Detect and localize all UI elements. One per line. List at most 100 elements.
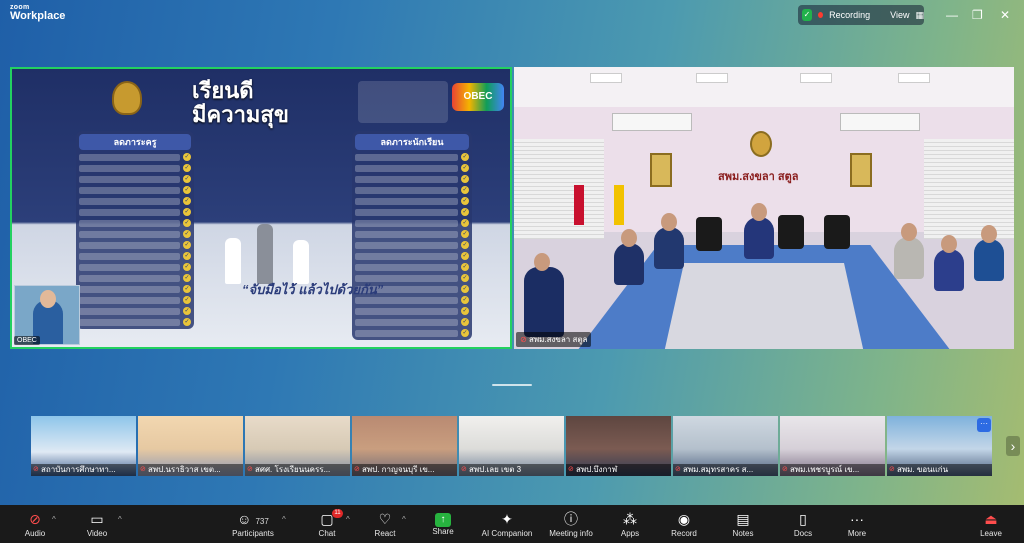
slide-title-line2: มีความสุข — [192, 102, 289, 128]
mic-muted-icon: ⊘ — [782, 466, 788, 473]
restore-icon[interactable]: ❐ — [972, 8, 983, 22]
share-screen-icon: ↑ — [435, 512, 451, 527]
list-item: ✓ — [79, 175, 191, 183]
check-icon: ✓ — [183, 208, 191, 216]
notes-button[interactable]: ▤ Notes — [728, 505, 758, 543]
apps-icon: ⁂ — [623, 510, 637, 527]
grid-icon[interactable]: ▦ — [915, 10, 924, 21]
list-item: ✓ — [355, 175, 469, 183]
room-sign: สพม.สงขลา สตูล — [718, 171, 799, 183]
check-icon: ✓ — [461, 263, 469, 271]
minimize-icon[interactable]: — — [946, 8, 958, 22]
participant-video-tile[interactable]: สพม.สงขลา สตูล ⊘ สพม.สงขลา สตูล — [514, 67, 1014, 349]
room-tile-label: สพม.สงขลา สตูล — [528, 335, 588, 344]
apps-button[interactable]: ⁂ Apps — [616, 505, 644, 543]
check-icon: ✓ — [183, 230, 191, 238]
react-button[interactable]: ♡ React — [370, 505, 400, 543]
thumbnail-name: สพป.บึงกาฬ — [566, 464, 671, 476]
mic-muted-icon: ⊘ — [29, 510, 41, 527]
participant-thumbnail[interactable]: ⊘ สพป.บึงกาฬ — [566, 416, 671, 476]
view-button[interactable]: View — [890, 10, 909, 20]
list-item: ✓ — [355, 186, 469, 194]
list-item: ✓ — [79, 186, 191, 194]
meeting-info-button[interactable]: ⓘ Meeting info — [544, 505, 598, 543]
list-item: ✓ — [355, 252, 469, 260]
participants-button[interactable]: ☺ 737 Participants — [228, 505, 278, 543]
participant-thumbnail[interactable]: ⊘ สพป. กาญจนบุรี เข... — [352, 416, 457, 476]
check-icon: ✓ — [183, 197, 191, 205]
ai-sparkle-icon: ✦ — [501, 510, 513, 527]
slide-title: เรียนดี มีความสุข — [192, 78, 289, 128]
chevron-right-icon[interactable]: › — [1006, 436, 1020, 456]
check-icon: ✓ — [183, 285, 191, 293]
left-panel-title: ลดภาระครู — [79, 134, 191, 150]
logo-line2: Workplace — [10, 10, 66, 22]
check-icon: ✓ — [183, 252, 191, 260]
ai-companion-button[interactable]: ✦ AI Companion — [476, 505, 538, 543]
check-icon: ✓ — [183, 164, 191, 172]
record-button[interactable]: ◉ Record — [668, 505, 700, 543]
participants-count: 737 — [255, 516, 269, 526]
list-item: ✓ — [355, 318, 469, 326]
ellipsis-icon[interactable]: ··· — [977, 418, 991, 432]
mic-muted-icon: ⊘ — [675, 466, 681, 473]
check-icon: ✓ — [183, 263, 191, 271]
check-icon: ✓ — [183, 186, 191, 194]
check-icon: ✓ — [183, 219, 191, 227]
more-button[interactable]: ··· More — [842, 505, 872, 543]
audio-button[interactable]: ⊘ Audio — [18, 505, 52, 543]
meeting-info-label: Meeting info — [549, 528, 593, 538]
thumbnail-name: สพป.นราธิวาส เขต... — [138, 464, 243, 476]
mic-muted-icon: ⊘ — [354, 466, 360, 473]
share-button[interactable]: ↑ Share — [428, 505, 458, 543]
share-tile-name: OBEC — [14, 336, 40, 345]
recording-indicator[interactable]: ✓ Recording View ▦ — [798, 5, 924, 25]
participant-thumbnail[interactable]: ⊘ สถาบันการศึกษาทา... — [31, 416, 136, 476]
leave-button[interactable]: ⏏ Leave — [976, 505, 1006, 543]
list-item: ✓ — [79, 285, 191, 293]
air-conditioner — [840, 113, 920, 131]
list-item: ✓ — [79, 318, 191, 326]
participants-icon: ☺ 737 — [237, 510, 269, 527]
list-item: ✓ — [355, 208, 469, 216]
chevron-up-icon[interactable]: ^ — [346, 515, 350, 524]
chevron-up-icon[interactable]: ^ — [282, 515, 286, 524]
participant-thumbnail[interactable]: ⊘ สพม.สมุทรสาคร ส... — [673, 416, 778, 476]
check-icon: ✓ — [461, 296, 469, 304]
video-button[interactable]: ▭ Video — [80, 505, 114, 543]
presentation-slide: เรียนดี มีความสุข OBEC ลดภาระครู ✓ ✓ ✓ ✓… — [12, 69, 510, 347]
more-label: More — [847, 528, 867, 538]
info-icon: ⓘ — [564, 510, 578, 527]
list-item: ✓ — [79, 252, 191, 260]
thumbnail-name: สถาบันการศึกษาทา... — [31, 464, 136, 476]
list-item: ✓ — [79, 241, 191, 249]
close-icon[interactable]: ✕ — [1000, 8, 1010, 22]
chevron-up-icon[interactable]: ^ — [402, 515, 406, 524]
participant-thumbnail[interactable]: ⊘ สพป.นราธิวาส เขต... — [138, 416, 243, 476]
right-panel: ลดภาระนักเรียน ✓ ✓ ✓ ✓ ✓ ✓ ✓ ✓ ✓ ✓ ✓ ✓ ✓… — [352, 131, 472, 340]
chevron-up-icon[interactable]: ^ — [118, 515, 122, 524]
flag — [574, 185, 584, 225]
list-item: ✓ — [79, 197, 191, 205]
check-icon: ✓ — [461, 230, 469, 238]
chat-button[interactable]: ▢ 11 Chat — [312, 505, 343, 543]
participant-thumbnail[interactable]: ⊘ สศศ. โรงเรียนนครร... — [245, 416, 350, 476]
check-icon: ✓ — [183, 307, 191, 315]
window-blind — [924, 139, 1014, 239]
docs-button[interactable]: ▯ Docs — [788, 505, 818, 543]
audio-label: Audio — [24, 528, 46, 538]
check-icon: ✓ — [461, 285, 469, 293]
right-panel-title: ลดภาระนักเรียน — [355, 134, 469, 150]
participant-thumbnail[interactable]: ⊘ สพป.เลย เขต 3 — [459, 416, 564, 476]
tile-divider-handle[interactable] — [492, 384, 532, 386]
shared-screen-tile[interactable]: เรียนดี มีความสุข OBEC ลดภาระครู ✓ ✓ ✓ ✓… — [10, 67, 512, 349]
thumbnail-name: สพม. ขอนแก่น — [887, 464, 992, 476]
list-item: ✓ — [355, 329, 469, 337]
chevron-up-icon[interactable]: ^ — [52, 515, 56, 524]
mic-muted-icon: ⊘ — [520, 335, 527, 344]
shield-icon[interactable]: ✓ — [802, 9, 813, 21]
emblem-icon — [750, 131, 772, 157]
participant-thumbnail[interactable]: ⊘ สพม.เพชรบูรณ์ เข... — [780, 416, 885, 476]
list-item: ✓ — [79, 164, 191, 172]
list-item: ✓ — [79, 263, 191, 271]
